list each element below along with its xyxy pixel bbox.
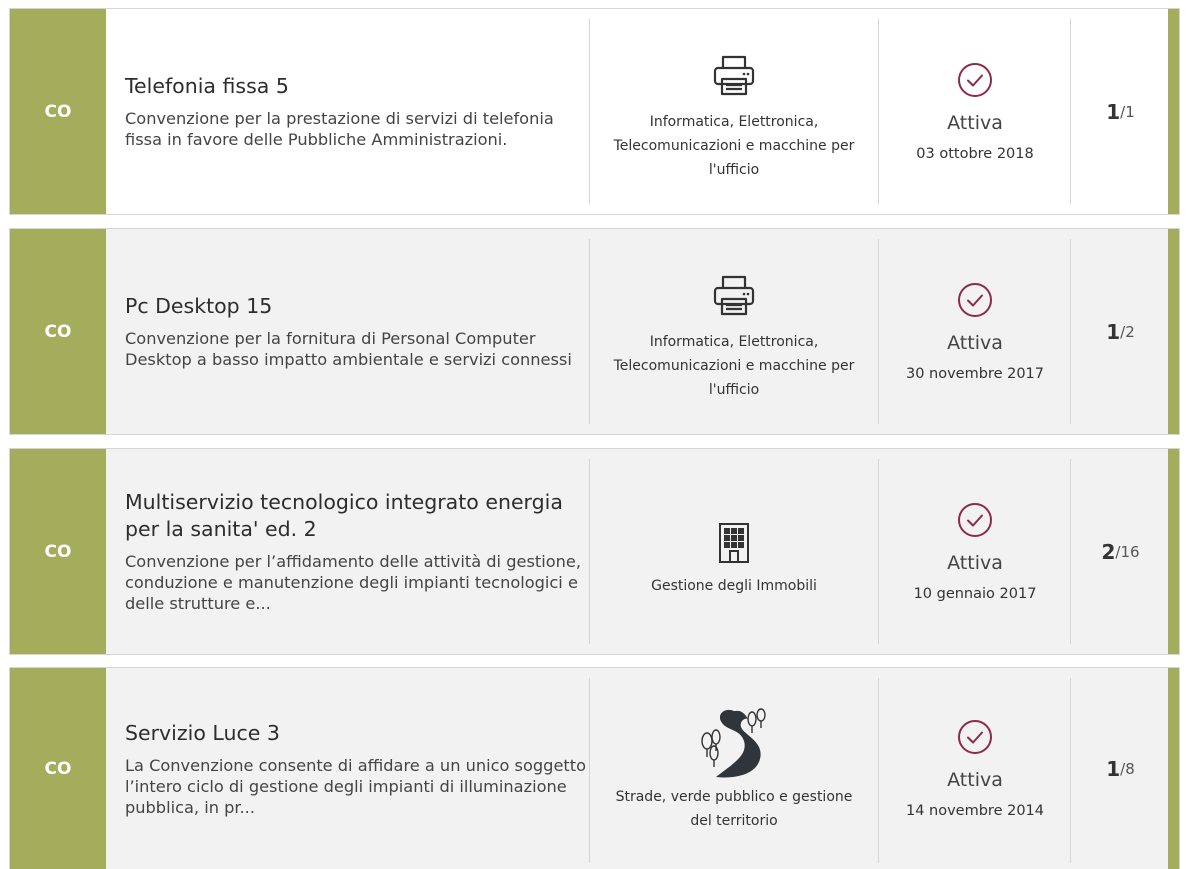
status-date: 10 gennaio 2017: [913, 585, 1037, 602]
lot-counter: 1/2: [1071, 229, 1170, 434]
card-description: Convenzione per la fornitura di Personal…: [125, 329, 572, 369]
convention-card[interactable]: CO Multiservizio tecnologico integrato e…: [9, 448, 1180, 655]
card-title[interactable]: Multiservizio tecnologico integrato ener…: [125, 489, 595, 543]
card-title[interactable]: Pc Desktop 15: [125, 293, 595, 320]
lot-count-current: 1: [1106, 99, 1121, 124]
type-badge: CO: [10, 9, 106, 214]
lot-count-total: /1: [1120, 102, 1135, 121]
accent-stripe: [1168, 449, 1179, 654]
lot-count-total: /2: [1120, 322, 1135, 341]
status-label: Attiva: [947, 551, 1003, 574]
convention-card[interactable]: CO Servizio Luce 3 La Convenzione consen…: [9, 667, 1180, 869]
status-label: Attiva: [947, 331, 1003, 354]
lot-count-current: 2: [1101, 539, 1116, 564]
accent-stripe: [1168, 229, 1179, 434]
road-trees-icon: [694, 705, 774, 781]
check-circle-icon: [957, 62, 993, 102]
status-date: 30 novembre 2017: [905, 365, 1045, 382]
status-label: Attiva: [947, 768, 1003, 791]
status-date: 14 novembre 2014: [905, 802, 1045, 819]
card-description: Convenzione per la prestazione di serviz…: [125, 109, 554, 149]
convention-card[interactable]: CO Pc Desktop 15 Convenzione per la forn…: [9, 228, 1180, 435]
building-icon: [717, 506, 751, 564]
lot-count-total: /16: [1115, 542, 1140, 561]
convention-card[interactable]: CO Telefonia fissa 5 Convenzione per la …: [9, 8, 1180, 215]
lot-count-current: 1: [1106, 756, 1121, 781]
accent-stripe: [1168, 668, 1179, 869]
lot-counter: 1/8: [1071, 668, 1170, 869]
type-badge: CO: [10, 668, 106, 869]
lot-count-total: /8: [1120, 759, 1135, 778]
lot-counter: 2/16: [1071, 449, 1170, 654]
printer-icon: [710, 42, 758, 100]
lot-counter: 1/1: [1071, 9, 1170, 214]
check-circle-icon: [957, 502, 993, 542]
type-badge: CO: [10, 229, 106, 434]
status-date: 03 ottobre 2018: [916, 145, 1034, 162]
status-label: Attiva: [947, 111, 1003, 134]
check-circle-icon: [957, 719, 993, 759]
printer-icon: [710, 262, 758, 320]
type-badge: CO: [10, 449, 106, 654]
check-circle-icon: [957, 282, 993, 322]
category-label: Informatica, Elettronica, Telecomunicazi…: [613, 333, 855, 398]
accent-stripe: [1168, 9, 1179, 214]
category-label: Gestione degli Immobili: [651, 577, 817, 594]
card-description: Convenzione per l’affidamento delle atti…: [125, 552, 581, 613]
category-label: Informatica, Elettronica, Telecomunicazi…: [613, 113, 855, 178]
category-label: Strade, verde pubblico e gestione del te…: [615, 788, 853, 829]
card-title[interactable]: Servizio Luce 3: [125, 720, 595, 747]
lot-count-current: 1: [1106, 319, 1121, 344]
card-title[interactable]: Telefonia fissa 5: [125, 73, 595, 100]
card-description: La Convenzione consente di affidare a un…: [125, 755, 587, 817]
